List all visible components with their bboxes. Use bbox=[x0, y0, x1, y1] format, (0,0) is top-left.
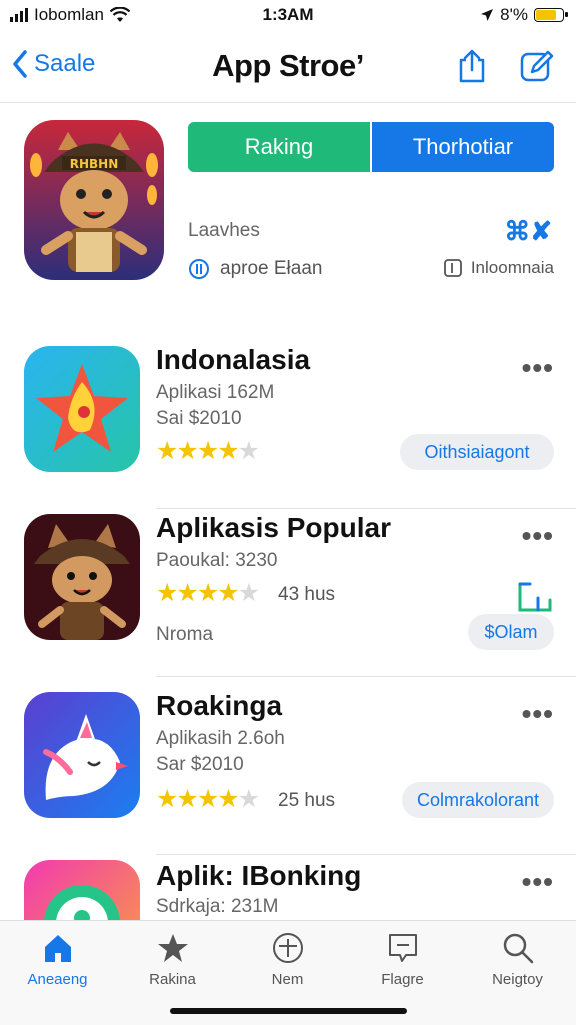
featured-info[interactable]: Inloomnaia bbox=[443, 258, 554, 278]
home-icon bbox=[44, 935, 71, 962]
star-icon: ★★★★ bbox=[156, 437, 240, 465]
cat-app-icon[interactable] bbox=[24, 514, 140, 640]
app-row[interactable]: Aplikasis Popular Paoukal: 3230 ★★★★★ 43… bbox=[0, 512, 576, 677]
divider bbox=[156, 676, 576, 677]
app-extra: Nroma bbox=[156, 624, 214, 645]
star-empty-icon: ★ bbox=[237, 437, 260, 465]
search-icon bbox=[503, 933, 533, 964]
info-icon bbox=[443, 259, 462, 277]
app-subtitle: Paoukal: 3230 bbox=[156, 550, 278, 571]
app-row[interactable]: Roakinga Aplikasih 2.6oh Sar $2010 ★★★★★… bbox=[0, 690, 576, 855]
camera-app-icon[interactable] bbox=[24, 860, 140, 920]
get-button[interactable]: Oithsiaiagont bbox=[400, 434, 554, 470]
camera-icon bbox=[24, 860, 140, 920]
more-options-button[interactable]: ••• bbox=[522, 520, 554, 552]
battery-percent: 8'% bbox=[500, 5, 528, 24]
tab-label: Flagre bbox=[381, 971, 424, 988]
segment-left[interactable]: Raking bbox=[188, 122, 372, 172]
tab-flagre[interactable]: Flagre bbox=[345, 931, 460, 988]
featured-sub-label: aproe Ełaan bbox=[220, 258, 323, 279]
navigation-bar: Saale App Stroe’ bbox=[0, 32, 576, 103]
app-name: Roakinga bbox=[156, 690, 283, 721]
more-options-button[interactable]: ••• bbox=[522, 698, 554, 730]
tab-label: Rakina bbox=[149, 971, 196, 988]
app-name: Aplikasis Popular bbox=[156, 512, 391, 543]
app-hours: 25 hus bbox=[278, 790, 336, 811]
plus-icon bbox=[272, 933, 303, 963]
cat-explorer-icon: RHBHN bbox=[24, 120, 164, 280]
segment-right[interactable]: Thorhotiar bbox=[372, 122, 554, 172]
cat-icon bbox=[24, 514, 140, 640]
rating-stars: ★★★★★ bbox=[156, 436, 260, 466]
segmented-control: Raking Thorhotiar bbox=[188, 122, 554, 172]
app-name: Indonalasia bbox=[156, 344, 311, 375]
star-empty-icon: ★ bbox=[237, 785, 260, 813]
app-row[interactable]: Aplik: IBonking Sdrkaja: 231M ••• bbox=[0, 860, 576, 920]
tab-home[interactable]: Aneaeng bbox=[0, 931, 115, 988]
star-app-icon[interactable] bbox=[24, 346, 140, 472]
tab-label: Aneaeng bbox=[27, 971, 88, 988]
app-price: Sar $2010 bbox=[156, 754, 244, 775]
app-size: Aplikasi 162M bbox=[156, 382, 275, 403]
app-subtitle: Sdrkaja: 231M bbox=[156, 896, 279, 917]
featured-section: RHBHN Raking Thorhotiar Laavhes ⌘✘ aproe… bbox=[0, 118, 576, 288]
tab-ranking[interactable]: Rakina bbox=[115, 931, 230, 988]
update-icon[interactable] bbox=[516, 580, 554, 614]
app-price: Sai $2010 bbox=[156, 408, 242, 429]
featured-badge: ⌘✘ bbox=[504, 216, 552, 246]
featured-label: Laavhes bbox=[188, 220, 260, 241]
app-hours: 43 hus bbox=[278, 584, 336, 605]
tab-label: Nem bbox=[271, 971, 304, 988]
rating-stars: ★★★★★ bbox=[156, 578, 260, 608]
bird-icon bbox=[24, 692, 140, 818]
tab-search[interactable]: Neigtoy bbox=[460, 931, 575, 988]
more-options-button[interactable]: ••• bbox=[522, 352, 554, 384]
featured-info-label: Inloomnaia bbox=[470, 258, 554, 277]
compose-icon[interactable] bbox=[518, 48, 554, 84]
app-row[interactable]: Indonalasia Aplikasi 162M Sai $2010 ★★★★… bbox=[0, 344, 576, 509]
rating-stars: ★★★★★ bbox=[156, 784, 260, 814]
star-icon: ★★★★ bbox=[156, 579, 240, 607]
bookmark-icon bbox=[189, 259, 209, 279]
get-button[interactable]: Colmrakolorant bbox=[402, 782, 554, 818]
get-button[interactable]: $Olam bbox=[468, 614, 554, 650]
bird-app-icon[interactable] bbox=[24, 692, 140, 818]
share-icon[interactable] bbox=[454, 48, 490, 84]
divider bbox=[156, 854, 576, 855]
svg-text:RHBHN: RHBHN bbox=[70, 157, 119, 171]
battery-icon bbox=[534, 8, 568, 22]
divider bbox=[156, 508, 576, 509]
star-empty-icon: ★ bbox=[237, 579, 260, 607]
app-size: Aplikasih 2.6oh bbox=[156, 728, 285, 749]
app-name: Aplik: IBonking bbox=[156, 860, 362, 891]
featured-app-icon[interactable]: RHBHN bbox=[24, 120, 164, 280]
star-icon bbox=[24, 346, 140, 472]
star-icon bbox=[157, 934, 188, 962]
tab-label: Neigtoy bbox=[492, 971, 543, 988]
tab-new[interactable]: Nem bbox=[230, 931, 345, 988]
star-icon: ★★★★ bbox=[156, 785, 240, 813]
status-bar: Iobomlan 1:3AM 8'% bbox=[0, 0, 576, 32]
featured-sub[interactable]: aproe Ełaan bbox=[188, 258, 322, 280]
location-icon bbox=[481, 9, 494, 21]
message-icon bbox=[388, 934, 417, 962]
status-right: 8'% bbox=[480, 5, 568, 25]
home-indicator bbox=[170, 1008, 407, 1014]
more-options-button[interactable]: ••• bbox=[522, 866, 554, 898]
